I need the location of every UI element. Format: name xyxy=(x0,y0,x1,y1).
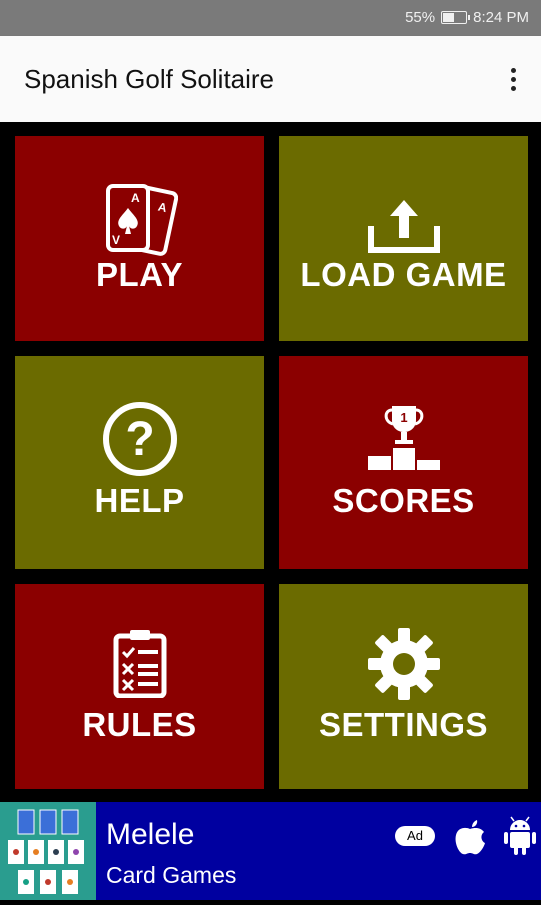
play-button[interactable]: A A V PLAY xyxy=(15,136,264,341)
apple-icon xyxy=(452,816,488,861)
rules-label: RULES xyxy=(82,706,197,743)
battery-percent: 55% xyxy=(405,9,436,26)
load-game-button[interactable]: LOAD GAME xyxy=(279,136,528,341)
clipboard-checklist-icon xyxy=(15,628,264,698)
svg-text:V: V xyxy=(112,233,120,247)
help-button[interactable]: ? HELP xyxy=(15,356,264,569)
ad-badge: Ad xyxy=(395,826,435,846)
play-label: PLAY xyxy=(96,256,183,293)
app-bar: Spanish Golf Solitaire xyxy=(0,36,541,122)
status-bar-right: 55% 8:24 PM xyxy=(405,9,529,26)
clock: 8:24 PM xyxy=(473,9,529,26)
scores-label: SCORES xyxy=(332,482,475,519)
settings-button[interactable]: SETTINGS xyxy=(279,584,528,789)
settings-label: SETTINGS xyxy=(318,706,489,743)
question-circle-icon: ? xyxy=(15,400,264,478)
battery-icon xyxy=(441,11,471,24)
overflow-menu-icon[interactable] xyxy=(503,62,523,96)
trophy-podium-icon: 1 xyxy=(279,404,528,470)
svg-text:A: A xyxy=(131,191,140,205)
ad-title: Melele xyxy=(106,818,195,851)
rules-button[interactable]: RULES xyxy=(15,584,264,789)
gear-icon xyxy=(279,626,528,702)
svg-text:1: 1 xyxy=(400,410,407,425)
status-bar: 55% 8:24 PM xyxy=(0,0,541,36)
help-label: HELP xyxy=(94,482,185,519)
upload-icon xyxy=(279,198,528,254)
menu-grid: A A V PLAY LOAD GAME ? HELP 1 SCORES RUL… xyxy=(0,122,541,802)
app-title: Spanish Golf Solitaire xyxy=(24,64,275,94)
scores-button[interactable]: 1 SCORES xyxy=(279,356,528,569)
load-game-label: LOAD GAME xyxy=(300,256,507,293)
ad-subtitle: Card Games xyxy=(106,862,237,888)
ad-banner[interactable]: Melele Card Games Ad xyxy=(0,802,541,900)
ad-thumbnail xyxy=(0,802,96,900)
android-icon xyxy=(503,816,537,861)
playing-cards-icon: A A V xyxy=(15,180,264,266)
svg-text:?: ? xyxy=(125,413,154,466)
